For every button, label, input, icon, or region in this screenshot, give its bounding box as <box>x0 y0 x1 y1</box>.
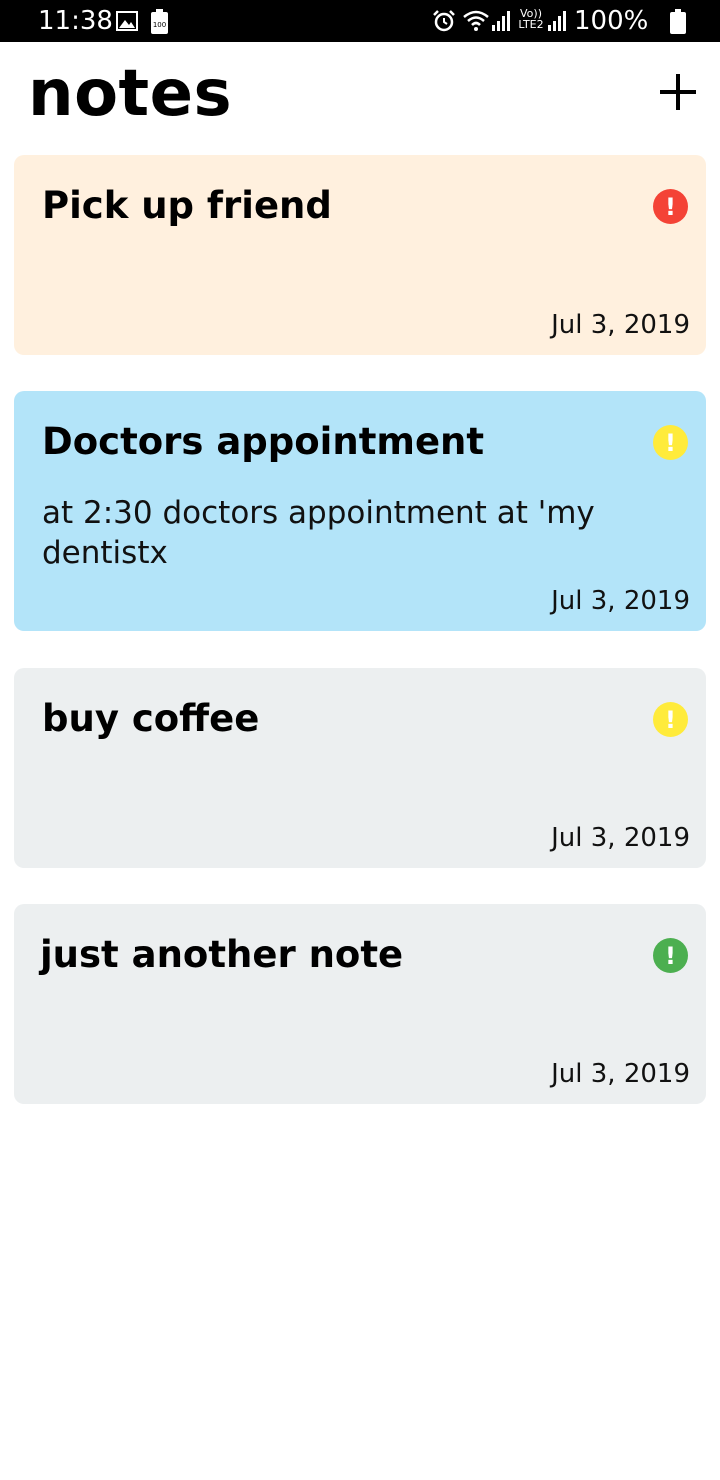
note-title: buy coffee <box>42 697 260 740</box>
volte-indicator: Vo)) LTE2 <box>516 8 546 30</box>
priority-icon: ! <box>653 702 688 737</box>
note-title: Pick up friend <box>42 184 332 227</box>
note-date: Jul 3, 2019 <box>551 310 690 340</box>
priority-icon: ! <box>653 189 688 224</box>
note-date: Jul 3, 2019 <box>551 823 690 853</box>
page-title: notes <box>28 57 233 131</box>
note-card[interactable]: Pick up friend ! Jul 3, 2019 <box>14 155 706 355</box>
status-time: 11:38 <box>38 6 113 36</box>
note-card[interactable]: just another note ! Jul 3, 2019 <box>14 904 706 1104</box>
note-card[interactable]: buy coffee ! Jul 3, 2019 <box>14 668 706 868</box>
status-icons: Vo)) LTE2 100% <box>430 0 720 42</box>
battery-icon <box>670 9 686 34</box>
note-title: just another note <box>40 933 404 976</box>
alarm-icon <box>433 10 455 32</box>
priority-icon: ! <box>653 938 688 973</box>
header: notes <box>0 42 720 152</box>
note-title: Doctors appointment <box>42 420 485 463</box>
note-card[interactable]: Doctors appointment at 2:30 doctors appo… <box>14 391 706 631</box>
note-date: Jul 3, 2019 <box>551 586 690 616</box>
note-body: at 2:30 doctors appointment at 'my denti… <box>42 495 595 571</box>
gallery-icon <box>116 11 138 31</box>
battery-percent: 100% <box>574 6 649 36</box>
plus-icon <box>660 74 696 110</box>
note-date: Jul 3, 2019 <box>551 1059 690 1089</box>
status-bar: 11:38 100 Vo)) LTE2 100% <box>0 0 720 42</box>
signal-2-icon <box>548 11 566 31</box>
wifi-icon <box>463 10 489 31</box>
signal-icon <box>492 11 510 31</box>
battery-small-label: 100 <box>153 21 166 29</box>
priority-icon: ! <box>653 425 688 460</box>
volte-bottom-label: LTE2 <box>518 18 544 31</box>
battery-saver-icon: 100 <box>151 9 168 34</box>
add-note-button[interactable] <box>652 66 704 118</box>
